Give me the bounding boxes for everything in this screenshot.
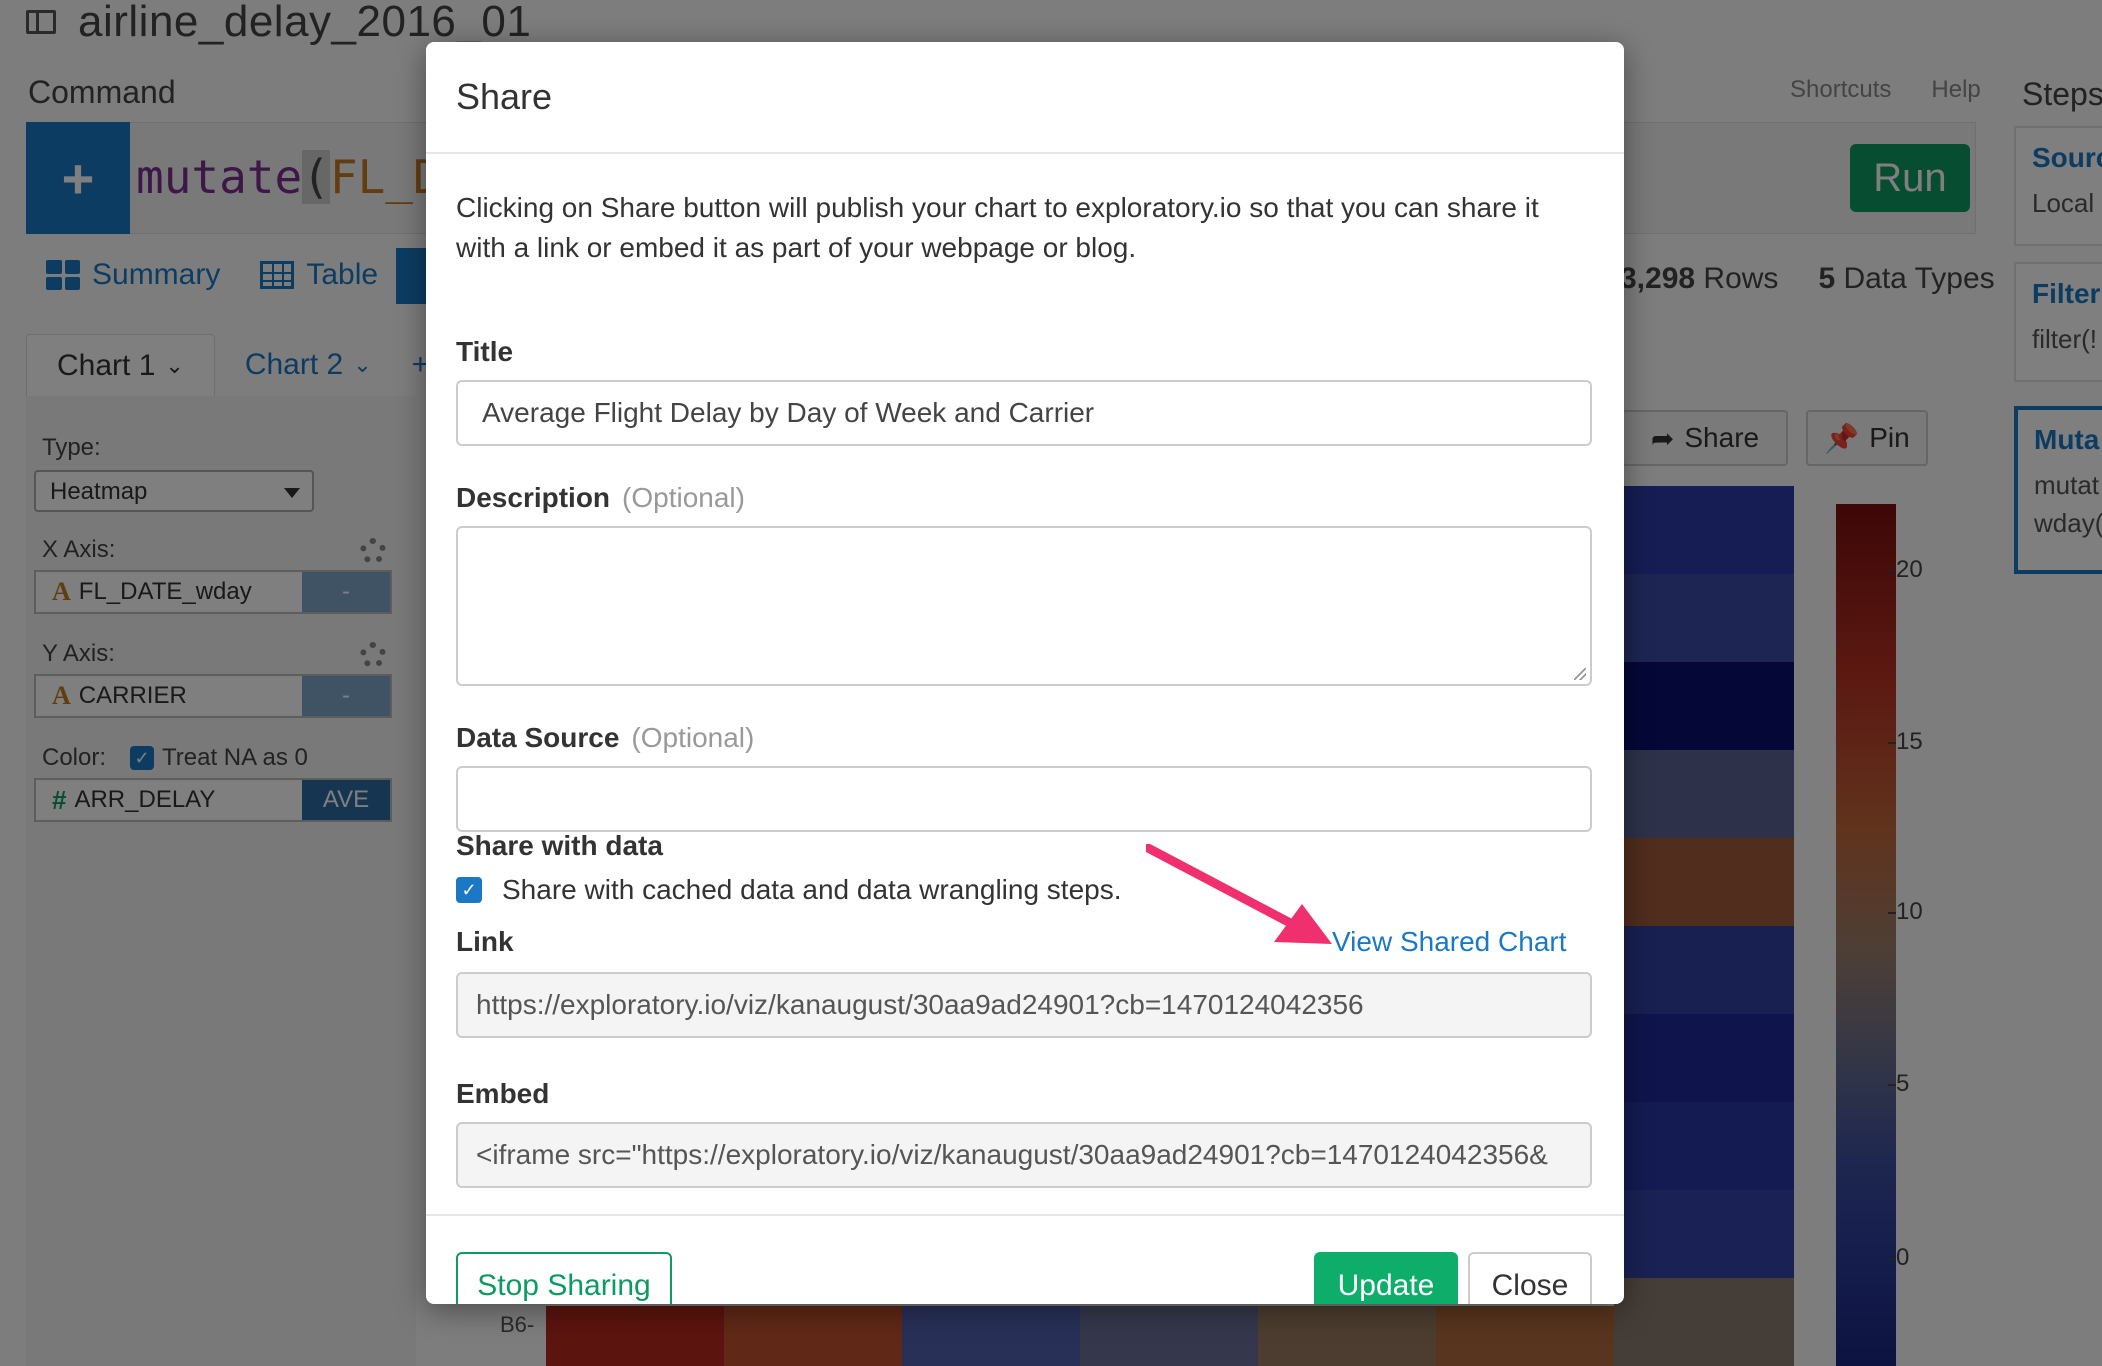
dialog-intro-text: Clicking on Share button will publish yo… — [456, 192, 1539, 263]
datasource-label: Data Source (Optional) — [456, 722, 754, 754]
update-button[interactable]: Update — [1314, 1252, 1458, 1304]
link-label: Link — [456, 926, 514, 957]
title-input-value: Average Flight Delay by Day of Week and … — [482, 397, 1095, 428]
datasource-label-text: Data Source — [456, 722, 620, 753]
dialog-title: Share — [456, 76, 553, 117]
link-input-value: https://exploratory.io/viz/kanaugust/30a… — [476, 989, 1364, 1020]
link-input[interactable]: https://exploratory.io/viz/kanaugust/30a… — [456, 972, 1592, 1038]
optional-hint: (Optional) — [631, 722, 755, 753]
title-input[interactable]: Average Flight Delay by Day of Week and … — [456, 380, 1592, 446]
share-dialog: Share Clicking on Share button will publ… — [426, 42, 1624, 1304]
pointer-arrow-icon — [1146, 844, 1332, 944]
title-label: Title — [456, 336, 514, 367]
share-with-data-text: Share with cached data and data wranglin… — [502, 874, 1122, 905]
dialog-body: Clicking on Share button will publish yo… — [426, 154, 1624, 1214]
description-textarea[interactable] — [456, 526, 1592, 686]
embed-input-value: <iframe src="https://exploratory.io/viz/… — [476, 1139, 1548, 1170]
embed-label: Embed — [456, 1078, 550, 1109]
view-shared-chart-link[interactable]: View Shared Chart — [1332, 926, 1567, 958]
share-with-data-checkbox[interactable]: ✓ Share with cached data and data wrangl… — [456, 874, 1122, 906]
share-with-data-label: Share with data — [456, 830, 663, 861]
dialog-footer: Stop Sharing Update Close — [426, 1214, 1624, 1304]
dialog-header: Share — [426, 42, 1624, 154]
checkmark-icon: ✓ — [456, 877, 482, 903]
description-label-text: Description — [456, 482, 611, 513]
optional-hint: (Optional) — [622, 482, 745, 513]
embed-input[interactable]: <iframe src="https://exploratory.io/viz/… — [456, 1122, 1592, 1188]
stop-sharing-button[interactable]: Stop Sharing — [456, 1252, 672, 1304]
close-button[interactable]: Close — [1468, 1252, 1592, 1304]
description-label: Description (Optional) — [456, 482, 745, 514]
datasource-input[interactable] — [456, 766, 1592, 832]
